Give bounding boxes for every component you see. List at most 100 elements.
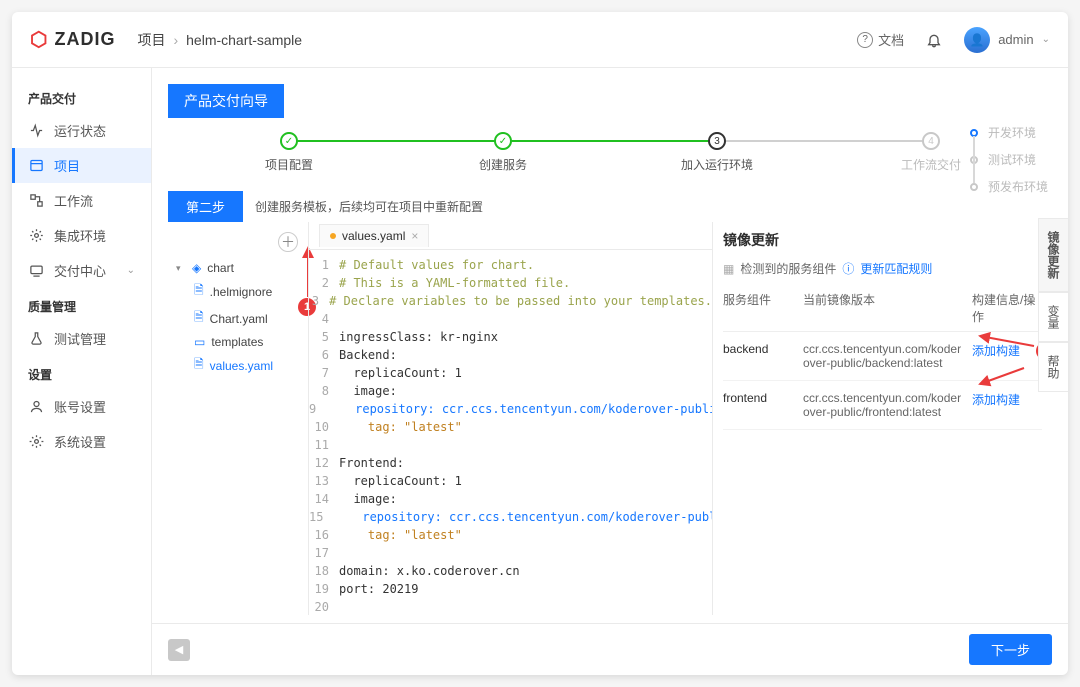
wizard-steps: 项目配置创建服务3加入运行环境4工作流交付 [152,118,1068,191]
flask-icon [28,331,44,347]
gear-icon [28,434,44,450]
breadcrumb-current: helm-chart-sample [186,32,302,48]
tree-node[interactable]: 🗎Chart.yaml [172,305,304,332]
code-line: 13 replicaCount: 1 [309,472,712,490]
add-build-link[interactable]: 添加构建 [972,344,1020,358]
env-option[interactable]: 测试环境 [970,151,1048,168]
dirty-dot-icon [330,233,336,239]
logo[interactable]: ⬡ ZADIG [30,27,115,52]
code-line: 11 [309,436,712,454]
sidebar-item-activity[interactable]: 运行状态 [12,113,151,148]
file-tree: ＋ ▾ ◈ chart 🗎.helmignore🗎Chart.yaml▭temp… [168,222,308,615]
sidebar-section-title: 设置 [12,356,151,389]
sidebar: 产品交付运行状态项目工作流集成环境交付中心⌄质量管理测试管理设置账号设置系统设置 [12,68,152,675]
code-line: 17 [309,544,712,562]
table-header: 服务组件 当前镜像版本 构建信息/操作 [723,285,1042,332]
editor: values.yaml × 1# Default values for char… [308,222,712,615]
code-line: 6Backend: [309,346,712,364]
sidebar-item-project[interactable]: 项目 [12,148,151,183]
chevron-down-icon: ⌄ [1042,34,1050,45]
code-line: 19port: 20219 [309,580,712,598]
table-row: frontendccr.ccs.tencentyun.com/koderover… [723,381,1042,430]
code-area[interactable]: 1# Default values for chart.2# This is a… [309,250,712,615]
tree-root[interactable]: ▾ ◈ chart [172,258,304,278]
wizard-step[interactable]: 3加入运行环境 [610,132,824,173]
vertical-tab[interactable]: 帮助 [1038,342,1068,392]
file-icon: 🗎 [194,308,204,329]
grid-icon: ▦ [723,262,734,276]
docs-link[interactable]: ? 文档 [857,30,904,49]
file-icon: 🗎 [194,281,204,302]
wizard-step[interactable]: 项目配置 [182,132,396,173]
sidebar-item-flask[interactable]: 测试管理 [12,321,151,356]
tree-node[interactable]: ▭templates [172,332,304,352]
code-line: 5ingressClass: kr-nginx [309,328,712,346]
file-icon: 🗎 [194,355,204,376]
header: ⬡ ZADIG 项目 › helm-chart-sample ? 文档 👤 ad… [12,12,1068,68]
tab-label: values.yaml [342,229,405,243]
code-line: 14 image: [309,490,712,508]
header-right: ? 文档 👤 admin ⌄ [857,27,1050,53]
step-dot-icon: 3 [708,132,726,150]
close-tab-icon[interactable]: × [411,229,418,243]
project-icon [28,158,44,174]
code-line: 3# Declare variables to be passed into y… [309,292,712,310]
user-name: admin [998,32,1033,47]
env-option[interactable]: 开发环境 [970,124,1048,141]
code-line: 8 image: [309,382,712,400]
code-line: 10 tag: "latest" [309,418,712,436]
code-line: 2# This is a YAML-formatted file. [309,274,712,292]
editor-tab[interactable]: values.yaml × [319,224,429,247]
add-service-button[interactable]: ＋ [278,232,298,252]
code-line: 15 repository: ccr.ccs.tencentyun.com/ko… [309,508,712,526]
sidebar-section-title: 产品交付 [12,80,151,113]
chevron-down-icon: ⌄ [127,265,135,276]
breadcrumb: 项目 › helm-chart-sample [137,30,302,50]
code-line: 9 repository: ccr.ccs.tencentyun.com/kod… [309,400,712,418]
chart-icon: ◈ [192,261,201,275]
logo-icon: ⬡ [30,27,48,52]
table-row: backendccr.ccs.tencentyun.com/koderover-… [723,332,1042,381]
code-line: 1# Default values for chart. [309,256,712,274]
code-line: 7 replicaCount: 1 [309,364,712,382]
vertical-tab[interactable]: 镜像更新 [1038,218,1068,292]
footer: ◀ 下一步 [152,623,1068,675]
refresh-rules-link[interactable]: 更新匹配规则 [860,260,932,277]
env-icon [28,228,44,244]
sidebar-item-user[interactable]: 账号设置 [12,389,151,424]
step-dot-icon: 4 [922,132,940,150]
breadcrumb-root[interactable]: 项目 [137,30,165,50]
activity-icon [28,123,44,139]
vertical-tab[interactable]: 变量 [1038,292,1068,342]
vertical-tabs: 镜像更新变量帮助 [1038,218,1068,392]
tree-node[interactable]: 🗎values.yaml [172,352,304,379]
step-dot-icon [280,132,298,150]
sidebar-item-delivery[interactable]: 交付中心⌄ [12,253,151,288]
sidebar-item-gear[interactable]: 系统设置 [12,424,151,459]
tree-node[interactable]: 🗎.helmignore [172,278,304,305]
add-build-link[interactable]: 添加构建 [972,393,1020,407]
env-list: 开发环境测试环境预发布环境 [970,124,1048,195]
sidebar-item-workflow[interactable]: 工作流 [12,183,151,218]
main: 产品交付向导 项目配置创建服务3加入运行环境4工作流交付 开发环境测试环境预发布… [152,68,1068,675]
radio-icon [970,183,978,191]
step-badge: 第二步 [168,191,243,222]
code-line: 12Frontend: [309,454,712,472]
sidebar-item-env[interactable]: 集成环境 [12,218,151,253]
caret-icon: ▾ [176,263,186,274]
code-line: 18domain: x.ko.coderover.cn [309,562,712,580]
avatar: 👤 [964,27,990,53]
collapse-sidebar-button[interactable]: ◀ [168,639,190,661]
content: ＋ ▾ ◈ chart 🗎.helmignore🗎Chart.yaml▭temp… [152,222,1068,623]
wizard-step[interactable]: 创建服务 [396,132,610,173]
user-menu[interactable]: 👤 admin ⌄ [964,27,1050,53]
sidebar-section-title: 质量管理 [12,288,151,321]
breadcrumb-sep: › [173,32,178,48]
bell-icon[interactable] [926,32,942,48]
image-update-panel: 镜像更新 ▦ 检测到的服务组件 ⓘ 更新匹配规则 服务组件 当前镜像版本 构建信… [712,222,1052,615]
delivery-icon [28,263,44,279]
env-option[interactable]: 预发布环境 [970,178,1048,195]
code-line: 20 [309,598,712,615]
next-button[interactable]: 下一步 [969,634,1052,665]
folder-icon: ▭ [194,335,205,349]
